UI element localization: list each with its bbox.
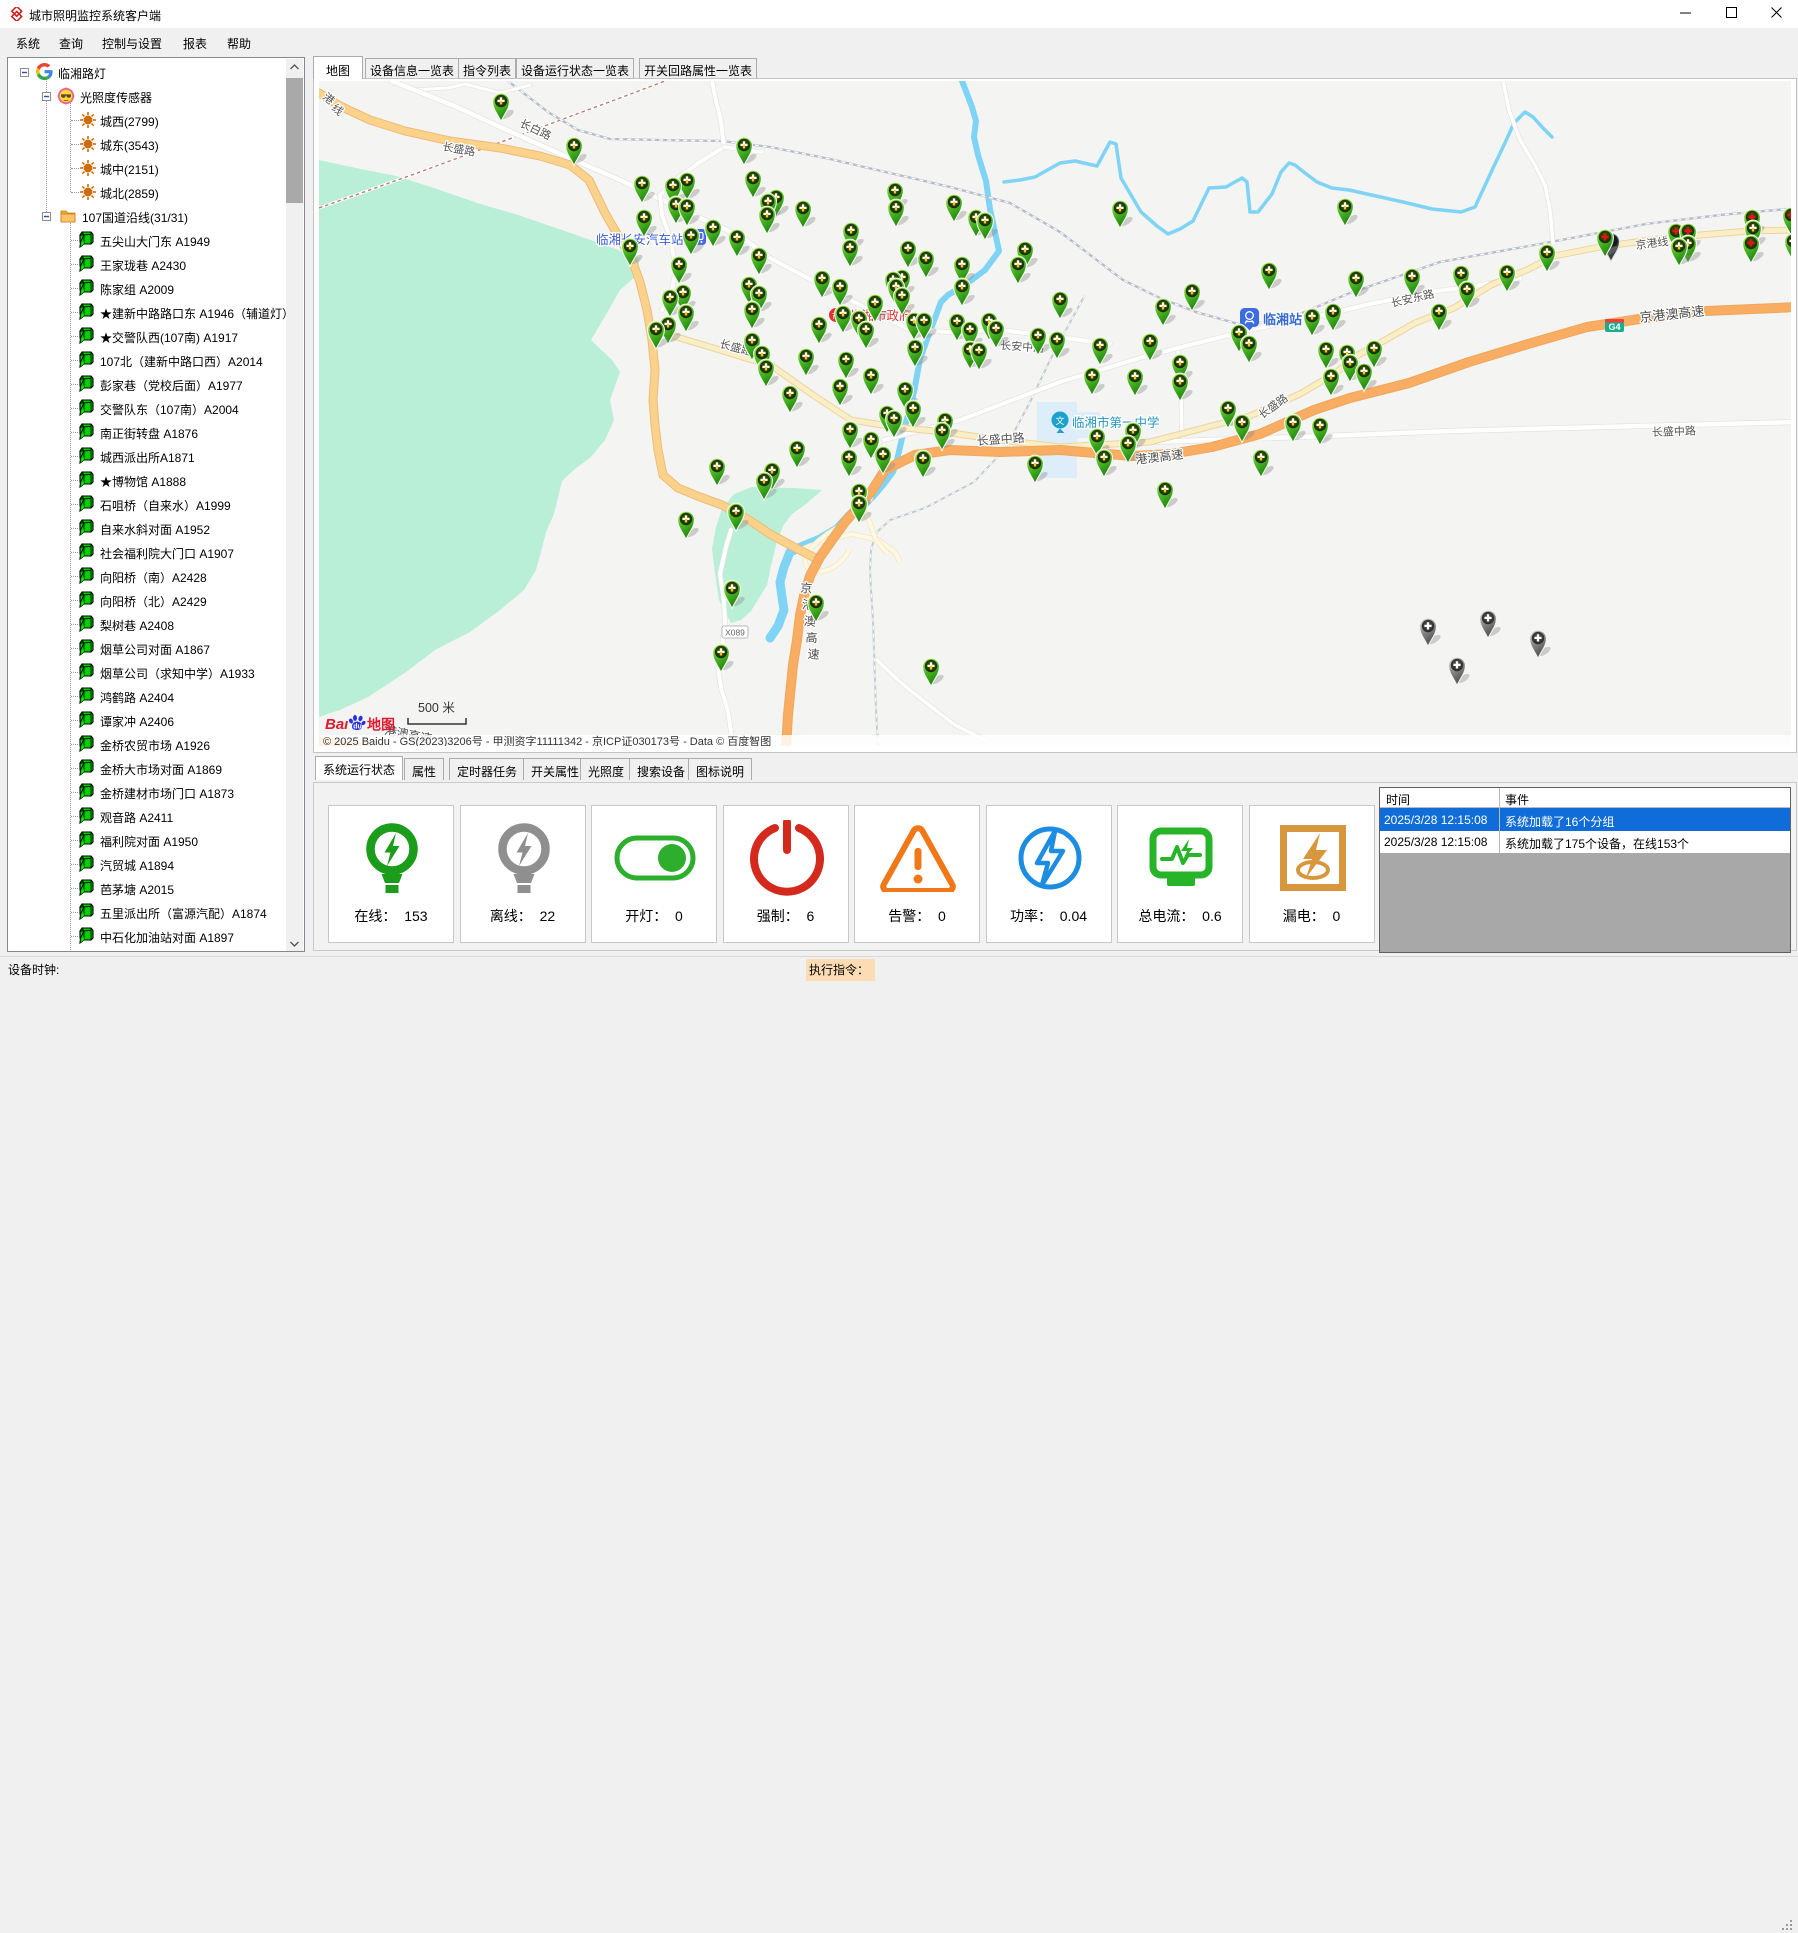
svg-text:临湘站: 临湘站 bbox=[1263, 312, 1302, 327]
svg-text:长盛中路: 长盛中路 bbox=[1652, 423, 1696, 439]
svg-text:高: 高 bbox=[805, 630, 818, 646]
svg-text:du: du bbox=[353, 724, 362, 731]
svg-text:文: 文 bbox=[1056, 415, 1065, 426]
svg-text:临湘长安汽车站: 临湘长安汽车站 bbox=[596, 232, 684, 247]
svg-text:速: 速 bbox=[807, 647, 820, 662]
svg-text:© 2025 Baidu - GS(2023)3206号 -: © 2025 Baidu - GS(2023)3206号 - 甲测资字11111… bbox=[323, 734, 771, 746]
svg-text:G4: G4 bbox=[1608, 322, 1620, 332]
svg-text:Baı: Baı bbox=[325, 716, 348, 733]
svg-text:京: 京 bbox=[800, 581, 813, 596]
svg-text:500 米: 500 米 bbox=[418, 701, 455, 715]
svg-text:X089: X089 bbox=[725, 628, 745, 638]
svg-text:临湘市第一中学: 临湘市第一中学 bbox=[1072, 415, 1160, 430]
svg-text:地图: 地图 bbox=[367, 717, 395, 733]
